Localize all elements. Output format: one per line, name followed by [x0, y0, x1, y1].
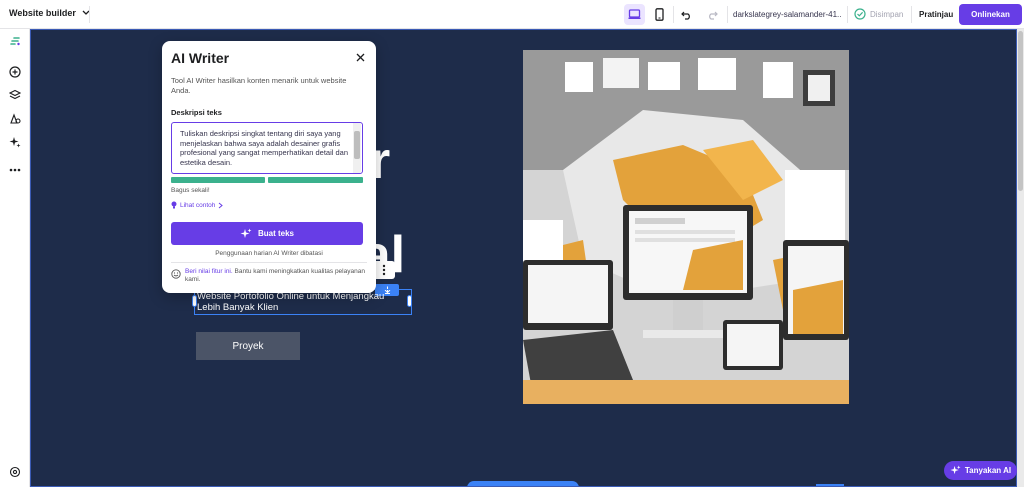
divider — [727, 6, 728, 23]
undo-icon — [681, 11, 690, 20]
desktop-icon — [628, 9, 641, 19]
divider — [171, 262, 367, 263]
quality-label: Bagus sekali! — [171, 187, 210, 194]
sparkle-icon — [240, 228, 252, 238]
smiley-icon — [171, 269, 181, 279]
more-vertical-icon — [382, 264, 386, 276]
publish-button[interactable]: Onlinekan — [959, 4, 1022, 25]
divider — [673, 6, 674, 23]
feedback-row: Beri nilai fitur ini. Bantu kami meningk… — [171, 268, 367, 284]
ai-tools-button[interactable] — [8, 135, 22, 149]
add-element-button[interactable] — [8, 65, 22, 79]
left-sidebar — [0, 29, 30, 487]
lightbulb-icon — [171, 201, 177, 209]
dialog-description: Tool AI Writer hasilkan konten menarik u… — [171, 76, 347, 95]
divider — [89, 6, 90, 23]
mobile-view-button[interactable] — [649, 4, 670, 25]
resize-handle-right[interactable] — [407, 295, 412, 307]
sparkle-icon — [950, 465, 961, 475]
save-status: Disimpan — [854, 8, 903, 20]
element-options-button[interactable] — [373, 261, 395, 279]
ask-ai-label: Tanyakan AI — [964, 466, 1012, 475]
see-example-link[interactable]: Lihat contoh — [171, 201, 224, 209]
resize-handle-left[interactable] — [192, 295, 197, 307]
website-builder-menu[interactable]: Website builder — [9, 8, 90, 18]
saved-label: Disimpan — [870, 9, 904, 19]
rate-feature-link[interactable]: Beri nilai fitur ini. — [185, 268, 233, 275]
more-horizontal-icon — [9, 168, 21, 172]
preview-button[interactable]: Pratinjau — [919, 10, 953, 19]
mobile-icon — [655, 8, 664, 21]
settings-icon — [9, 466, 21, 478]
website-builder-label: Website builder — [9, 8, 76, 18]
redo-button[interactable] — [702, 4, 723, 25]
layers-button[interactable] — [8, 88, 22, 102]
divider — [911, 6, 912, 23]
plus-circle-icon — [9, 66, 21, 78]
generate-text-label: Buat teks — [257, 229, 294, 238]
check-circle-icon — [854, 8, 866, 20]
site-domain[interactable]: darkslategrey-salamander-41... — [733, 10, 841, 19]
add-section-button[interactable] — [467, 481, 579, 487]
textarea-scrollbar-thumb[interactable] — [354, 131, 360, 159]
divider — [847, 6, 848, 23]
more-button[interactable] — [8, 163, 22, 177]
help-button[interactable] — [8, 465, 22, 479]
desktop-view-button[interactable] — [624, 4, 645, 25]
generate-text-button[interactable]: Buat teks — [171, 222, 363, 245]
dialog-title: AI Writer — [171, 50, 230, 66]
hostinger-logo[interactable] — [8, 34, 22, 48]
chevron-right-icon — [219, 202, 224, 208]
layers-icon — [9, 89, 21, 100]
sparkle-icon — [9, 137, 21, 148]
feedback-text: Beri nilai fitur ini. Bantu kami meningk… — [185, 268, 367, 284]
field-label: Deskripsi teks — [171, 108, 222, 117]
description-textarea[interactable]: Tuliskan deskripsi singkat tentang diri … — [171, 122, 363, 174]
shapes-icon — [10, 113, 21, 124]
see-example-label: Lihat contoh — [180, 201, 216, 209]
close-button[interactable] — [354, 51, 366, 63]
close-icon — [356, 53, 364, 61]
undo-button[interactable] — [676, 4, 697, 25]
redo-icon — [709, 11, 718, 20]
quality-meter-segment — [268, 177, 363, 183]
logo-icon — [10, 37, 20, 46]
quality-meter-segment — [171, 177, 265, 183]
ask-ai-button[interactable]: Tanyakan AI — [944, 461, 1017, 480]
projects-button[interactable]: Proyek — [196, 332, 300, 360]
usage-limit-note: Penggunaan harian AI Writer dibatasi — [215, 250, 323, 257]
hero-image[interactable] — [523, 50, 849, 404]
page-scrollbar-thumb[interactable] — [1018, 31, 1023, 191]
ai-writer-dialog: AI Writer Tool AI Writer hasilkan konten… — [162, 41, 376, 293]
top-bar: Website builder darkslategrey-salamander… — [0, 0, 1024, 29]
styles-button[interactable] — [8, 112, 22, 126]
